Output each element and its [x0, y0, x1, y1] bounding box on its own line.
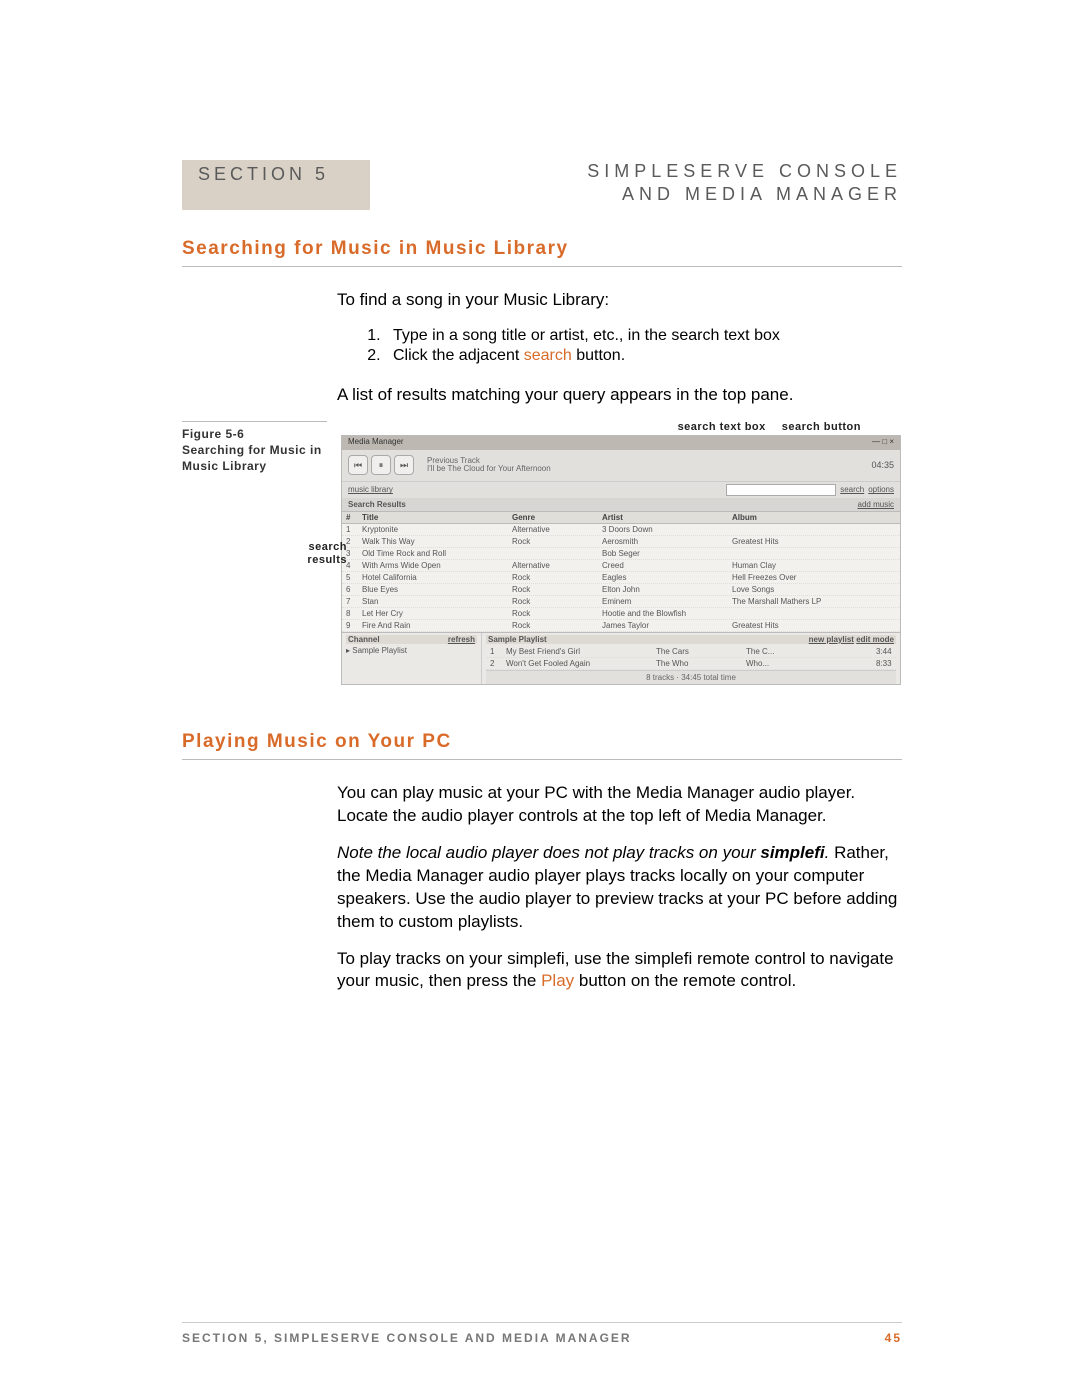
screenshot-wrap: search text box search button search res…: [341, 421, 901, 685]
player-toolbar: ⏮ ⏸ ⏭ Previous Track I'll be The Cloud f…: [342, 450, 900, 482]
table-header: # Title Genre Artist Album: [342, 512, 900, 524]
channel-item-label: Sample Playlist: [352, 646, 407, 655]
col-genre: Genre: [512, 513, 602, 522]
col-title: Title: [362, 513, 512, 522]
search-input[interactable]: [726, 484, 836, 496]
channel-pane: Channel refresh ▸ Sample Playlist online…: [342, 633, 482, 685]
table-rows: 1KryptoniteAlternative3 Doors Down2Walk …: [342, 524, 900, 632]
header-title: SIMPLESERVE CONSOLE AND MEDIA MANAGER: [587, 160, 902, 207]
edit-mode-link[interactable]: edit mode: [856, 635, 894, 644]
track-sub: I'll be The Cloud for Your Afternoon: [427, 465, 871, 474]
table-row[interactable]: 1KryptoniteAlternative3 Doors Down: [342, 524, 900, 536]
table-row[interactable]: 7StanRockEminemThe Marshall Mathers LP: [342, 596, 900, 608]
table-row[interactable]: 5Hotel CaliforniaRockEaglesHell Freezes …: [342, 572, 900, 584]
col-num: #: [346, 513, 362, 522]
window-controls: — □ ×: [872, 437, 894, 449]
window-title: Media Manager: [348, 437, 404, 449]
channel-item[interactable]: ▸ Sample Playlist: [346, 646, 477, 655]
refresh-link[interactable]: refresh: [448, 635, 475, 644]
search-link[interactable]: search: [840, 485, 864, 494]
para-play-1: You can play music at your PC with the M…: [337, 782, 902, 828]
track-time: 04:35: [871, 460, 894, 470]
media-manager-screenshot: Media Manager — □ × ⏮ ⏸ ⏭ Previous Track…: [341, 435, 901, 685]
para-play-3: To play tracks on your simplefi, use the…: [337, 948, 902, 994]
prev-button[interactable]: ⏮: [348, 455, 368, 475]
intro-text: To find a song in your Music Library:: [337, 289, 902, 312]
play-accent: Play: [541, 971, 574, 990]
search-accent: search: [524, 347, 572, 364]
note-period: .: [825, 843, 834, 862]
para3-post: button on the remote control.: [574, 971, 796, 990]
note-italic: Note the local audio player does not pla…: [337, 843, 760, 862]
playlist-pane: Sample Playlist new playlist edit mode 1…: [482, 633, 900, 685]
note-bold: simplefi: [760, 843, 824, 862]
section1-body: To find a song in your Music Library: Ty…: [337, 289, 902, 407]
footer-text: 8 tracks · 34:45 total time: [486, 670, 896, 684]
header-title-line1: SIMPLESERVE CONSOLE: [587, 160, 902, 183]
callout-search-button: search button: [782, 421, 861, 433]
table-row[interactable]: 8Let Her CryRockHootie and the Blowfish: [342, 608, 900, 620]
playlist-rows: 1My Best Friend's GirlThe CarsThe C...3:…: [486, 646, 896, 670]
step-2: Click the adjacent search button.: [385, 346, 902, 366]
results-header: Search Results add music: [342, 498, 900, 512]
page-footer: SECTION 5, SIMPLESERVE CONSOLE AND MEDIA…: [182, 1322, 902, 1345]
table-row[interactable]: 4With Arms Wide OpenAlternativeCreedHuma…: [342, 560, 900, 572]
step-2-prefix: Click the adjacent: [393, 347, 524, 364]
para-play-note: Note the local audio player does not pla…: [337, 842, 902, 934]
playlist-row[interactable]: 2Won't Get Fooled AgainThe WhoWho...8:33: [486, 658, 896, 670]
channel-label: Channel: [348, 635, 380, 644]
figure-number: Figure 5-6: [182, 426, 327, 442]
table-row[interactable]: 3Old Time Rock and RollBob Seger: [342, 548, 900, 560]
sample-playlist-label: Sample Playlist: [488, 635, 547, 644]
page-header: SECTION 5 SIMPLESERVE CONSOLE AND MEDIA …: [182, 160, 902, 210]
callout-search-results: search results: [297, 541, 347, 567]
page-number: 45: [885, 1331, 902, 1345]
options-link[interactable]: options: [868, 485, 894, 494]
step-2-suffix: button.: [572, 347, 625, 364]
bottom-panes: Channel refresh ▸ Sample Playlist online…: [342, 632, 900, 685]
table-row[interactable]: 9Fire And RainRockJames TaylorGreatest H…: [342, 620, 900, 632]
track-info: Previous Track I'll be The Cloud for You…: [427, 457, 871, 475]
table-row[interactable]: 6Blue EyesRockElton JohnLove Songs: [342, 584, 900, 596]
footer-text: SECTION 5, SIMPLESERVE CONSOLE AND MEDIA…: [182, 1331, 632, 1345]
table-row[interactable]: 2Walk This WayRockAerosmithGreatest Hits: [342, 536, 900, 548]
heading-playing: Playing Music on Your PC: [182, 731, 902, 760]
window-titlebar: Media Manager — □ ×: [342, 436, 900, 450]
music-library-tab[interactable]: music library: [348, 485, 393, 494]
results-label: Search Results: [348, 500, 406, 509]
callout-search-textbox: search text box: [678, 421, 766, 433]
playlist-row[interactable]: 1My Best Friend's GirlThe CarsThe C...3:…: [486, 646, 896, 658]
new-playlist-link[interactable]: new playlist: [809, 635, 854, 644]
section2-body: You can play music at your PC with the M…: [337, 782, 902, 994]
add-music-link[interactable]: add music: [858, 500, 894, 509]
step-1: Type in a song title or artist, etc., in…: [385, 326, 902, 346]
figure-caption: Figure 5-6 Searching for Music in Music …: [182, 421, 327, 475]
col-album: Album: [732, 513, 896, 522]
heading-searching: Searching for Music in Music Library: [182, 238, 902, 267]
figure-title: Searching for Music in Music Library: [182, 442, 327, 474]
header-title-line2: AND MEDIA MANAGER: [587, 183, 902, 206]
next-button[interactable]: ⏭: [394, 455, 414, 475]
search-bar: music library search options: [342, 482, 900, 498]
page-content: SECTION 5 SIMPLESERVE CONSOLE AND MEDIA …: [182, 160, 902, 1007]
col-artist: Artist: [602, 513, 732, 522]
result-line: A list of results matching your query ap…: [337, 384, 902, 407]
pause-button[interactable]: ⏸: [371, 455, 391, 475]
steps-list: Type in a song title or artist, etc., in…: [367, 326, 902, 366]
section-badge: SECTION 5: [182, 160, 370, 210]
callout-top: search text box search button: [341, 421, 901, 433]
figure-5-6: Figure 5-6 Searching for Music in Music …: [182, 421, 902, 685]
